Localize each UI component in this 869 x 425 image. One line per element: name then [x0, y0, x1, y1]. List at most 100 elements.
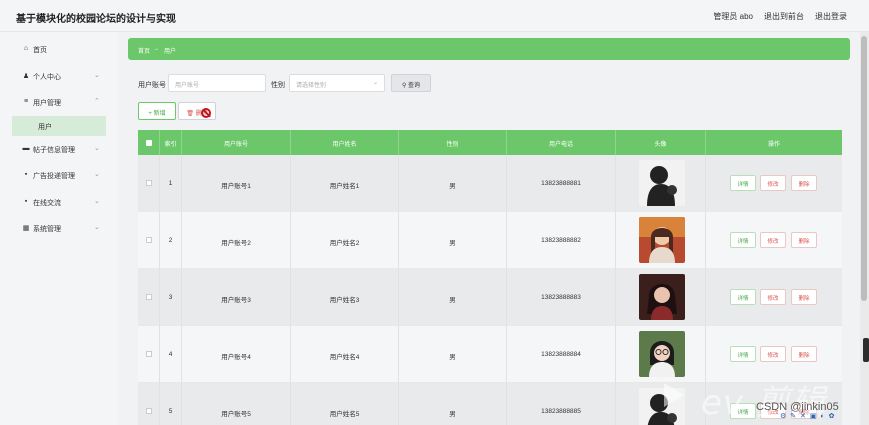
row-checkbox[interactable] — [146, 408, 152, 414]
logout-link[interactable]: 退出登录 — [815, 11, 847, 22]
detail-button[interactable]: 详情 — [730, 289, 756, 305]
table-icon: ▦ — [22, 225, 30, 232]
sidebar-subitem-label: 用户 — [38, 124, 52, 131]
select-all-header[interactable] — [138, 130, 160, 155]
index-cell: 3 — [160, 269, 182, 326]
col-avatar: 头像 — [616, 130, 706, 155]
chevron-up-icon: ⌃ — [94, 98, 100, 105]
gender-cell: 男 — [399, 155, 507, 212]
search-button[interactable]: ⚲ 查询 — [391, 74, 431, 92]
plus-icon: + — [148, 111, 152, 117]
col-gender: 性别 — [399, 130, 507, 155]
account-cell: 用户账号1 — [182, 155, 291, 212]
name-cell: 用户姓名4 — [291, 326, 399, 383]
person-icon: ♟ — [22, 73, 30, 80]
index-cell: 4 — [160, 326, 182, 383]
edit-button[interactable]: 修改 — [760, 232, 786, 248]
sidebar-item-ad-management[interactable]: ▪ 广告投递管理 ⌄ — [0, 165, 118, 185]
top-links: 管理员 abo 退出到前台 退出登录 — [713, 11, 847, 22]
row-checkbox[interactable] — [146, 351, 152, 357]
row-checkbox[interactable] — [146, 237, 152, 243]
edit-button[interactable]: 修改 — [760, 289, 786, 305]
breadcrumb-current: 用户 — [164, 49, 177, 55]
edit-button[interactable]: 修改 — [760, 346, 786, 362]
sidebar-item-user-management[interactable]: ≡ 用户管理 ⌃ — [0, 92, 118, 112]
gender-filter-label: 性别 — [271, 82, 285, 89]
col-account: 用户账号 — [182, 130, 291, 155]
phone-cell: 13823888882 — [507, 212, 616, 269]
breadcrumb-home[interactable]: 首页 — [138, 46, 150, 55]
delete-button[interactable]: 删除 — [791, 175, 817, 191]
sidebar-item-label: 用户管理 — [33, 100, 61, 107]
account-cell: 用户账号3 — [182, 269, 291, 326]
phone-cell: 13823888885 — [507, 383, 616, 425]
detail-button[interactable]: 详情 — [730, 346, 756, 362]
index-cell: 1 — [160, 155, 182, 212]
account-cell: 用户账号2 — [182, 212, 291, 269]
gender-cell: 男 — [399, 269, 507, 326]
phone-cell: 13823888884 — [507, 326, 616, 383]
sidebar-item-personal-center[interactable]: ♟ 个人中心 ⌄ — [0, 66, 118, 86]
grid-icon: ▪ — [24, 171, 28, 178]
not-allowed-cursor-icon — [201, 108, 211, 118]
col-index: 索引 — [160, 130, 182, 155]
table-row: 1 用户账号1 用户姓名1 男 13823888881 详情 修改 删除 — [138, 155, 842, 212]
exit-to-frontend-link[interactable]: 退出到前台 — [764, 11, 804, 22]
chevron-down-icon: ⌄ — [94, 224, 100, 231]
page-scrollbar-thumb[interactable] — [861, 36, 867, 301]
edit-button[interactable]: 修改 — [760, 175, 786, 191]
detail-button[interactable]: 详情 — [730, 232, 756, 248]
list-icon: ≡ — [23, 98, 29, 105]
chevron-down-icon: ⌄ — [94, 72, 100, 79]
grid-icon: ▪ — [24, 198, 28, 205]
name-cell: 用户姓名1 — [291, 155, 399, 212]
chevron-down-icon: ⌄ — [94, 171, 100, 178]
col-phone: 用户电话 — [507, 130, 616, 155]
gender-cell: 男 — [399, 212, 507, 269]
delete-button[interactable]: 删除 — [791, 346, 817, 362]
account-filter-label: 用户账号 — [138, 82, 166, 89]
sidebar-item-label: 系统管理 — [33, 226, 61, 233]
account-cell: 用户账号4 — [182, 326, 291, 383]
row-select-cell — [138, 269, 160, 326]
sidebar-item-label: 帖子信息管理 — [33, 147, 75, 154]
detail-button[interactable]: 详情 — [730, 175, 756, 191]
silhouette-avatar — [639, 160, 685, 206]
side-handle[interactable] — [863, 338, 869, 362]
add-button-label: 新增 — [153, 111, 166, 117]
sidebar-subitem-users[interactable]: 用户 — [12, 116, 106, 136]
sidebar-item-online-chat[interactable]: ▪ 在线交流 ⌄ — [0, 192, 118, 212]
chevron-down-icon: ⌄ — [94, 198, 100, 205]
name-cell: 用户姓名5 — [291, 383, 399, 425]
index-cell: 5 — [160, 383, 182, 425]
account-cell: 用户账号5 — [182, 383, 291, 425]
home-icon: ⌂ — [23, 45, 29, 52]
gender-select-placeholder: 请选择性别 — [296, 83, 327, 89]
select-all-checkbox[interactable] — [146, 140, 152, 146]
sidebar-item-post-management[interactable]: ▬ 帖子信息管理 ⌄ — [0, 139, 118, 159]
gender-select[interactable]: 请选择性别 ⌄ — [289, 74, 385, 92]
phone-cell: 13823888881 — [507, 155, 616, 212]
delete-button[interactable]: 删除 — [791, 232, 817, 248]
sidebar-item-system-management[interactable]: ▦ 系统管理 ⌄ — [0, 218, 118, 238]
glasses-avatar — [639, 331, 685, 377]
row-checkbox[interactable] — [146, 180, 152, 186]
phone-cell: 13823888883 — [507, 269, 616, 326]
row-select-cell — [138, 326, 160, 383]
row-checkbox[interactable] — [146, 294, 152, 300]
sidebar-item-home[interactable]: ⌂ 首页 — [0, 39, 118, 59]
app-title: 基于模块化的校园论坛的设计与实现 — [16, 14, 176, 25]
table-header: 索引 用户账号 用户姓名 性别 用户电话 头像 操作 — [138, 130, 842, 155]
sidebar-item-label: 广告投递管理 — [33, 173, 75, 180]
delete-button[interactable]: 删除 — [791, 289, 817, 305]
table-row: 3 用户账号3 用户姓名3 男 13823888883 详情 修改 删除 — [138, 269, 842, 326]
sidebar-item-label: 个人中心 — [33, 74, 61, 81]
account-search-input[interactable]: 用户账号 — [168, 74, 266, 92]
gender-cell: 男 — [399, 383, 507, 425]
add-button[interactable]: + 新增 — [138, 102, 176, 120]
row-select-cell — [138, 155, 160, 212]
girl-avatar — [639, 274, 685, 320]
col-actions: 操作 — [767, 142, 780, 148]
gender-cell: 男 — [399, 326, 507, 383]
breadcrumb: 首页 → 用户 — [128, 38, 850, 60]
